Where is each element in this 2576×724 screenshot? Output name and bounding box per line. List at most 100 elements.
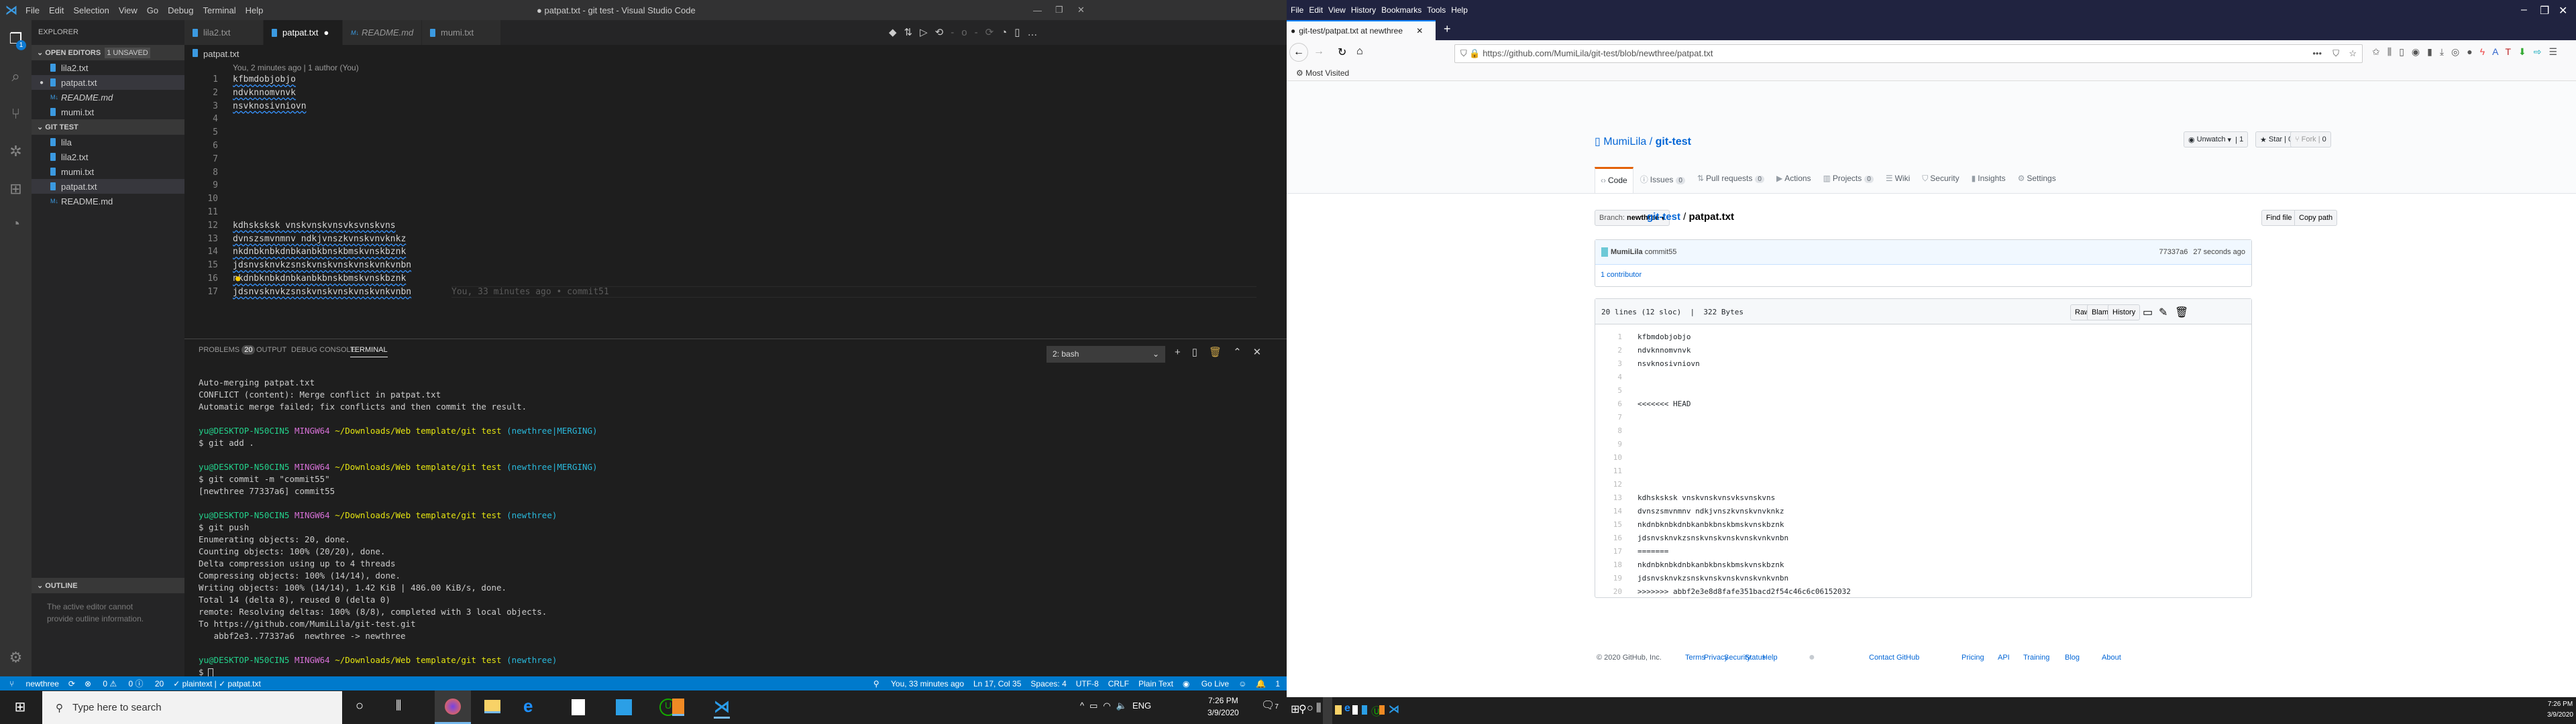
tab-lila2[interactable]: lila2.txt: [184, 20, 264, 45]
hamburger-menu-icon[interactable]: ☰: [2549, 46, 2565, 57]
home-button[interactable]: ⌂: [1356, 46, 1363, 58]
language-mode[interactable]: Plain Text: [1138, 679, 1173, 688]
firefox-taskbar-icon[interactable]: [1323, 697, 1332, 724]
bookmark-star-icon[interactable]: ☆: [2349, 48, 2357, 59]
store-taskbar-icon[interactable]: [1352, 705, 1358, 715]
unwatch-button[interactable]: ◉ Unwatch ▾ | 1: [2184, 131, 2249, 147]
blame-status[interactable]: ⚲ You, 33 minutes ago: [873, 679, 964, 688]
save-extension-icon[interactable]: ⬇: [2518, 46, 2534, 57]
back-button[interactable]: ←: [1289, 43, 1308, 62]
cursor-position[interactable]: Ln 17, Col 35: [973, 679, 1021, 688]
split-editor-icon[interactable]: ▯: [1014, 27, 1027, 38]
task-view-icon[interactable]: ⫼: [1316, 703, 1321, 715]
code-editor[interactable]: patpat.txt You, 2 minutes ago | 1 author…: [184, 45, 1287, 339]
file-item[interactable]: lila2.txt: [32, 149, 184, 164]
repo-tab-actions[interactable]: ▶ Actions: [1771, 167, 1817, 193]
reload-button[interactable]: ↻: [1338, 46, 1346, 59]
file-item[interactable]: patpat.txt: [32, 179, 184, 194]
desktop-icon[interactable]: ▭: [2143, 306, 2153, 319]
minimize-button[interactable]: –: [2521, 4, 2527, 16]
repo-name-link[interactable]: git-test: [1656, 136, 1691, 147]
taskbar-search-box[interactable]: ⚲ Type here to search: [42, 691, 342, 724]
codelens-blame[interactable]: You, 2 minutes ago | 1 author (You): [233, 63, 359, 72]
tab-problems[interactable]: PROBLEMS 20: [199, 345, 256, 355]
foxit-pdf-taskbar-icon[interactable]: [1379, 705, 1385, 715]
lightbulb-icon[interactable]: ●: [235, 274, 240, 283]
lint-status[interactable]: ✓ plaintext | ✓ patpat.txt: [173, 679, 261, 688]
volume-icon[interactable]: 🔈: [1116, 701, 1132, 711]
menu-go[interactable]: Go: [147, 5, 158, 15]
new-tab-button[interactable]: +: [1444, 22, 1451, 36]
breadcrumb-repo-link[interactable]: git-test: [1647, 211, 1680, 223]
footer-blog[interactable]: Blog: [2065, 654, 2080, 662]
encoding[interactable]: UTF-8: [1076, 679, 1099, 688]
sync-icon[interactable]: ⟳: [68, 679, 75, 688]
copy-path-button[interactable]: Copy path: [2294, 210, 2338, 226]
menu-debug[interactable]: Debug: [168, 5, 193, 15]
repo-tab-security[interactable]: ⛉ Security: [1917, 167, 1964, 193]
cortana-icon[interactable]: ○: [1307, 703, 1313, 715]
account-icon[interactable]: ◉: [2412, 46, 2427, 57]
pocket-icon[interactable]: ⛉: [2332, 48, 2339, 59]
file-item[interactable]: lila: [32, 135, 184, 149]
file-item[interactable]: M↓ README.md: [32, 90, 184, 105]
file-item[interactable]: mumi.txt: [32, 164, 184, 179]
file-item[interactable]: ● patpat.txt: [32, 75, 184, 90]
commit-icon[interactable]: -o-: [951, 27, 985, 38]
extension-icon-2[interactable]: ●: [2467, 46, 2479, 57]
most-visited-bookmark[interactable]: ⚙ Most Visited: [1296, 68, 1349, 78]
contributors-link[interactable]: 1 contributor: [1595, 265, 2251, 285]
repo-tab-issues[interactable]: ⓘ Issues 0: [1635, 167, 1690, 193]
source-control-icon[interactable]: ⑂: [7, 105, 25, 123]
end-of-line[interactable]: CRLF: [1108, 679, 1129, 688]
video-extension-icon[interactable]: ◎: [2451, 46, 2467, 57]
vscode-taskbar-icon[interactable]: ⋊: [714, 697, 730, 719]
task-view-icon[interactable]: ⫼: [396, 699, 401, 713]
file-explorer-taskbar-icon[interactable]: [484, 700, 500, 713]
problems-status[interactable]: ⊗ 0 ⚠ 0 ⓘ 20: [85, 678, 164, 689]
outline-header[interactable]: ⌄ OUTLINE: [32, 578, 184, 593]
gitlens-icon[interactable]: ◔: [1001, 27, 1014, 38]
unsaved-dot-icon[interactable]: ●: [323, 27, 329, 38]
kill-terminal-icon[interactable]: 🗑: [1209, 347, 1233, 358]
page-actions-icon[interactable]: •••: [2312, 48, 2322, 58]
debug-icon[interactable]: ✲: [7, 142, 25, 160]
line-number[interactable]: 4: [1595, 373, 1622, 381]
feedback-icon[interactable]: ☺: [1238, 679, 1246, 688]
repo-tab-code[interactable]: ‹› Code: [1595, 167, 1633, 193]
delete-trash-icon[interactable]: 🗑: [2175, 306, 2188, 319]
start-button[interactable]: ⊞: [0, 690, 40, 724]
repo-tab-insights[interactable]: ▮ Insights: [1966, 167, 2011, 193]
line-number[interactable]: 1: [1595, 333, 1622, 341]
close-tab-icon[interactable]: ✕: [1416, 26, 1423, 36]
line-number[interactable]: 11: [1595, 467, 1622, 475]
settings-gear-icon[interactable]: ⚙: [7, 648, 25, 666]
extension-icon[interactable]: ▮: [2427, 46, 2440, 57]
menu-edit[interactable]: Edit: [49, 5, 64, 15]
menu-help[interactable]: Help: [246, 5, 264, 15]
clock[interactable]: 7:26 PM 3/9/2020: [2547, 699, 2573, 721]
menu-help[interactable]: Help: [1451, 5, 1468, 15]
tab-patpat[interactable]: patpat.txt ●: [264, 20, 343, 45]
line-number[interactable]: 10: [1595, 453, 1622, 462]
notifications-button[interactable]: 🔔 1: [1256, 679, 1280, 688]
menu-bookmarks[interactable]: Bookmarks: [1381, 5, 1421, 15]
menu-history[interactable]: History: [1351, 5, 1376, 15]
menu-tools[interactable]: Tools: [1427, 5, 1446, 15]
repo-owner-link[interactable]: MumiLila: [1603, 136, 1646, 147]
commit-sha[interactable]: 77337a6: [2159, 248, 2188, 256]
menu-edit[interactable]: Edit: [1309, 5, 1323, 15]
menu-file[interactable]: File: [25, 5, 40, 15]
share-extension-icon[interactable]: ⇨: [2534, 46, 2549, 57]
clock[interactable]: 7:26 PM 3/9/2020: [1208, 695, 1239, 719]
line-number[interactable]: 18: [1595, 560, 1622, 569]
github-logo-icon[interactable]: ●: [1809, 652, 1815, 664]
footer-pricing[interactable]: Pricing: [1962, 654, 1984, 662]
action-center-icon[interactable]: 🗨7: [1261, 699, 1279, 712]
restore-button[interactable]: ❐: [2540, 4, 2549, 17]
menu-view[interactable]: View: [1328, 5, 1346, 15]
menu-view[interactable]: View: [119, 5, 138, 15]
repo-tab-wiki[interactable]: ☰ Wiki: [1880, 167, 1915, 193]
tab-readme[interactable]: M↓ README.md: [343, 20, 422, 45]
extensions-icon[interactable]: ⊞: [7, 180, 25, 198]
